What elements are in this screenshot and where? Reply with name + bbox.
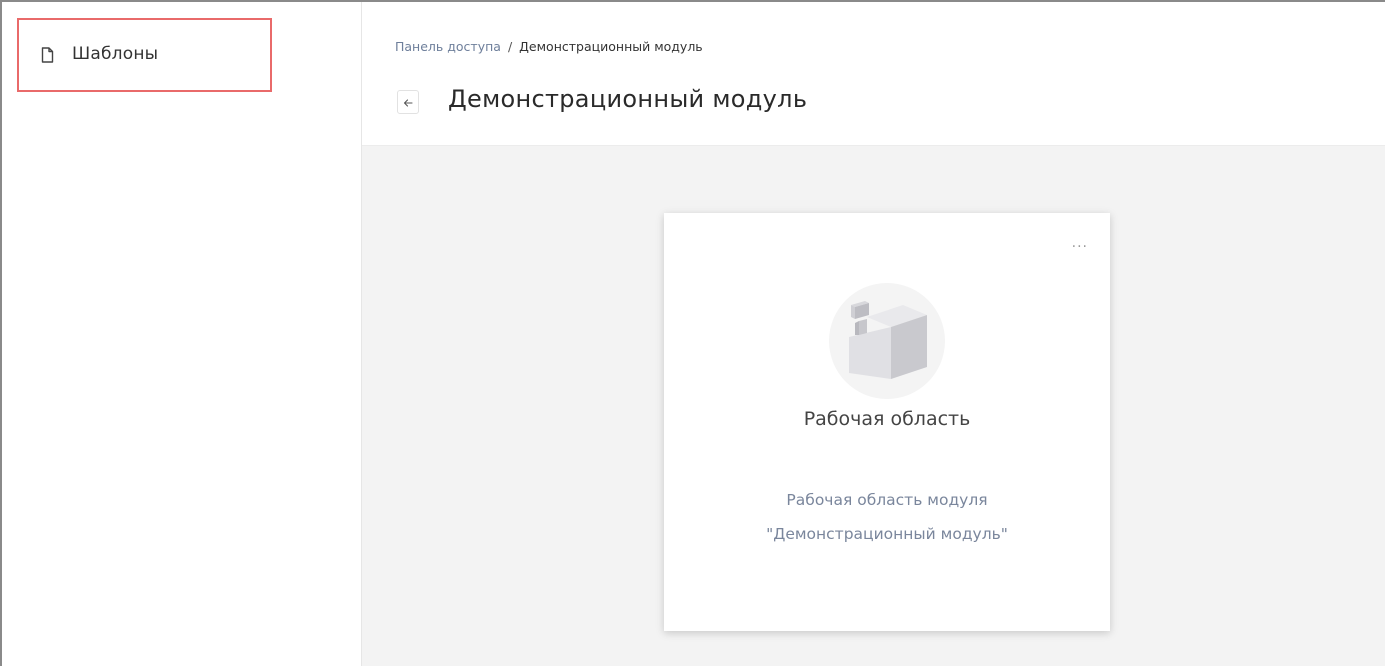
card-description-line-1: Рабочая область модуля (786, 491, 988, 509)
breadcrumb: Панель доступа / Демонстрационный модуль (395, 39, 703, 54)
sidebar: Шаблоны (2, 2, 362, 666)
breadcrumb-root-link[interactable]: Панель доступа (395, 39, 501, 54)
cube-icon (829, 283, 945, 399)
card-title: Рабочая область (803, 408, 971, 430)
page-header: Панель доступа / Демонстрационный модуль Д… (362, 2, 1385, 146)
card-description-line-2: "Демонстрационный модуль" (766, 525, 1008, 543)
sidebar-item-label: Шаблоны (72, 44, 159, 64)
breadcrumb-current: Демонстрационный модуль (519, 39, 703, 54)
workspace-card[interactable]: ··· Рабочая область Рабочая область моду… (664, 213, 1110, 631)
sidebar-item-templates[interactable]: Шаблоны (17, 18, 272, 92)
breadcrumb-separator: / (507, 39, 513, 54)
arrow-left-icon (403, 93, 413, 112)
more-options-icon[interactable]: ··· (1072, 239, 1088, 255)
page-title: Демонстрационный модуль (448, 85, 808, 113)
document-icon (41, 47, 54, 63)
card-description: Рабочая область модуля "Демонстрационный… (664, 483, 1110, 551)
main-area: Панель доступа / Демонстрационный модуль Д… (362, 2, 1385, 666)
back-button[interactable] (397, 90, 419, 114)
